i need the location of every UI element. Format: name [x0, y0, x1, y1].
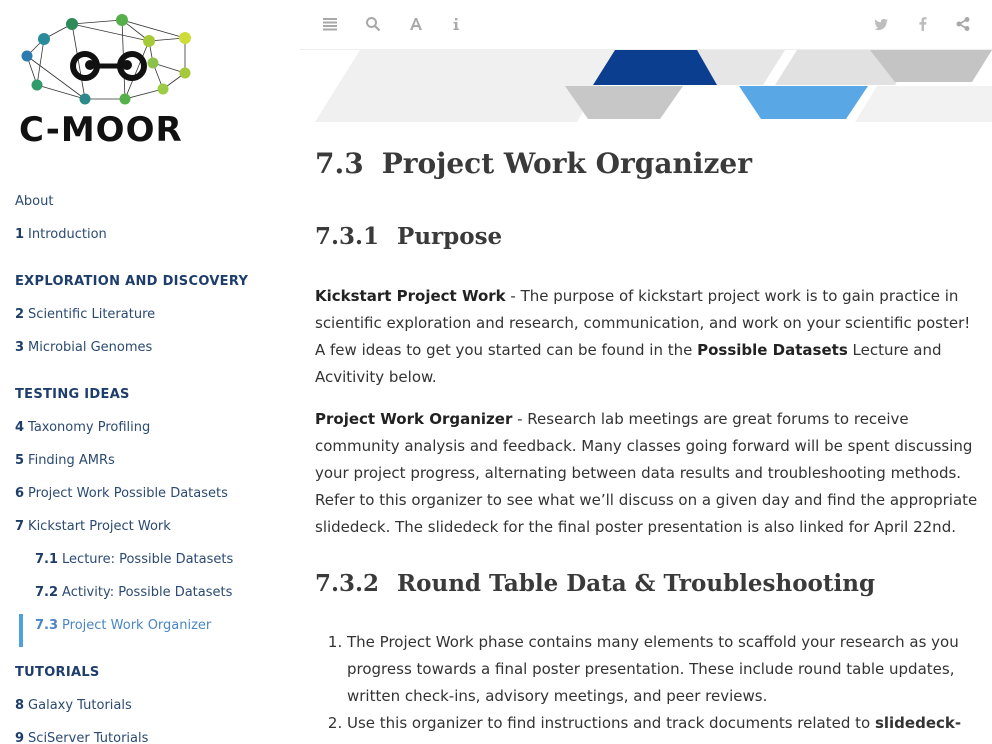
- toc-spacer: [0, 369, 300, 383]
- heading-title: Purpose: [397, 223, 503, 250]
- toc-part-tutorials: Tutorials: [0, 661, 300, 694]
- share-icon[interactable]: [954, 15, 972, 33]
- toc-chapter-6[interactable]: 6 Project Work Possible Datasets: [0, 482, 300, 515]
- facebook-icon[interactable]: [914, 15, 932, 33]
- toc-label: Galaxy Tutorials: [28, 698, 132, 713]
- section-heading-roundtable: 7.3.2 Round Table Data & Troubleshooting: [315, 570, 875, 597]
- logo-text: C-MOOR: [19, 110, 183, 150]
- font-settings-icon[interactable]: [407, 15, 425, 33]
- bold-term: Kickstart Project Work: [315, 287, 506, 305]
- list-item: Use this organizer to find instructions …: [347, 710, 980, 737]
- toc-number: 3: [15, 340, 25, 355]
- heading-number: 7.3: [315, 147, 364, 180]
- toc-about[interactable]: About: [0, 190, 300, 223]
- toc-number: 6: [15, 486, 25, 501]
- toc-number: 7.2: [35, 585, 59, 600]
- toggle-sidebar-icon[interactable]: [321, 15, 339, 33]
- twitter-icon[interactable]: [872, 15, 890, 33]
- toc-number: 9: [15, 731, 25, 744]
- toc-number: 7.3: [35, 618, 59, 633]
- toc-label: Taxonomy Profiling: [28, 420, 151, 435]
- toc-number: 8: [15, 698, 25, 713]
- toc-number: 2: [15, 307, 25, 322]
- toc-chapter-2[interactable]: 2 Scientific Literature: [0, 303, 300, 336]
- heading-number: 7.3.1: [315, 223, 380, 250]
- toc-chapter-8[interactable]: 8 Galaxy Tutorials: [0, 694, 300, 727]
- book-toolbar: [300, 0, 992, 50]
- toc-number: 4: [15, 420, 25, 435]
- decorative-banner: [315, 50, 992, 122]
- sidebar: C-MOOR About 1 Introduction Exploration a…: [0, 0, 300, 744]
- toc-spacer: [0, 256, 300, 270]
- toc-number: 1: [15, 227, 25, 242]
- heading-number: 7.3.2: [315, 570, 380, 597]
- paragraph-organizer: Project Work Organizer - Research lab me…: [315, 406, 980, 541]
- toc-chapter-5[interactable]: 5 Finding AMRs: [0, 449, 300, 482]
- toc-number: 7: [15, 519, 25, 534]
- chapter-heading: 7.3 Project Work Organizer: [315, 147, 752, 180]
- toc-chapter-7[interactable]: 7 Kickstart Project Work: [0, 515, 300, 548]
- toc-number: 7.1: [35, 552, 59, 567]
- toc-chapter-4[interactable]: 4 Taxonomy Profiling: [0, 416, 300, 449]
- search-icon[interactable]: [364, 15, 382, 33]
- heading-title: Round Table Data & Troubleshooting: [397, 570, 876, 597]
- toc-number: 5: [15, 453, 25, 468]
- section-heading-purpose: 7.3.1 Purpose: [315, 223, 502, 250]
- toc-label: Activity: Possible Datasets: [62, 585, 233, 600]
- bold-link[interactable]: slidedeck-: [875, 714, 961, 732]
- toc-label: Introduction: [28, 227, 107, 242]
- toc-label: SciServer Tutorials: [28, 731, 149, 744]
- bold-term: Project Work Organizer: [315, 410, 513, 428]
- toc-section-7-3-active[interactable]: 7.3 Project Work Organizer: [0, 614, 300, 647]
- toc-section-7-2[interactable]: 7.2 Activity: Possible Datasets: [0, 581, 300, 614]
- toc-label: Project Work Organizer: [62, 618, 212, 633]
- bold-term: Possible Datasets: [697, 341, 848, 359]
- info-icon[interactable]: [447, 15, 465, 33]
- toc-label: Microbial Genomes: [28, 340, 153, 355]
- toc-label: Scientific Literature: [28, 307, 156, 322]
- toc-label: Project Work Possible Datasets: [28, 486, 228, 501]
- c-moor-logo[interactable]: C-MOOR: [15, 10, 205, 150]
- toc-part-label: Tutorials: [15, 665, 100, 680]
- toc-label: About: [15, 194, 54, 209]
- toc-part-testing: Testing Ideas: [0, 383, 300, 416]
- list-item: The Project Work phase contains many ele…: [347, 629, 980, 710]
- toc-part-exploration: Exploration and Discovery: [0, 270, 300, 303]
- toc-chapter-9[interactable]: 9 SciServer Tutorials: [0, 727, 300, 744]
- table-of-contents: About 1 Introduction Exploration and Disc…: [0, 190, 300, 744]
- toc-label: Kickstart Project Work: [28, 519, 171, 534]
- paragraph-kickstart: Kickstart Project Work - The purpose of …: [315, 283, 980, 391]
- numbered-list: The Project Work phase contains many ele…: [315, 629, 980, 737]
- toc-section-7-1[interactable]: 7.1 Lecture: Possible Datasets: [0, 548, 300, 581]
- toc-part-label: Exploration and Discovery: [15, 274, 249, 289]
- toc-spacer: [0, 647, 300, 661]
- toc-label: Lecture: Possible Datasets: [62, 552, 234, 567]
- toc-chapter-3[interactable]: 3 Microbial Genomes: [0, 336, 300, 369]
- list-item-text: Use this organizer to find instructions …: [347, 714, 875, 732]
- heading-title: Project Work Organizer: [381, 147, 752, 180]
- toc-chapter-1[interactable]: 1 Introduction: [0, 223, 300, 256]
- toc-part-label: Testing Ideas: [15, 387, 130, 402]
- paragraph-text: - Research lab meetings are great forums…: [315, 410, 978, 536]
- toc-label: Finding AMRs: [28, 453, 115, 468]
